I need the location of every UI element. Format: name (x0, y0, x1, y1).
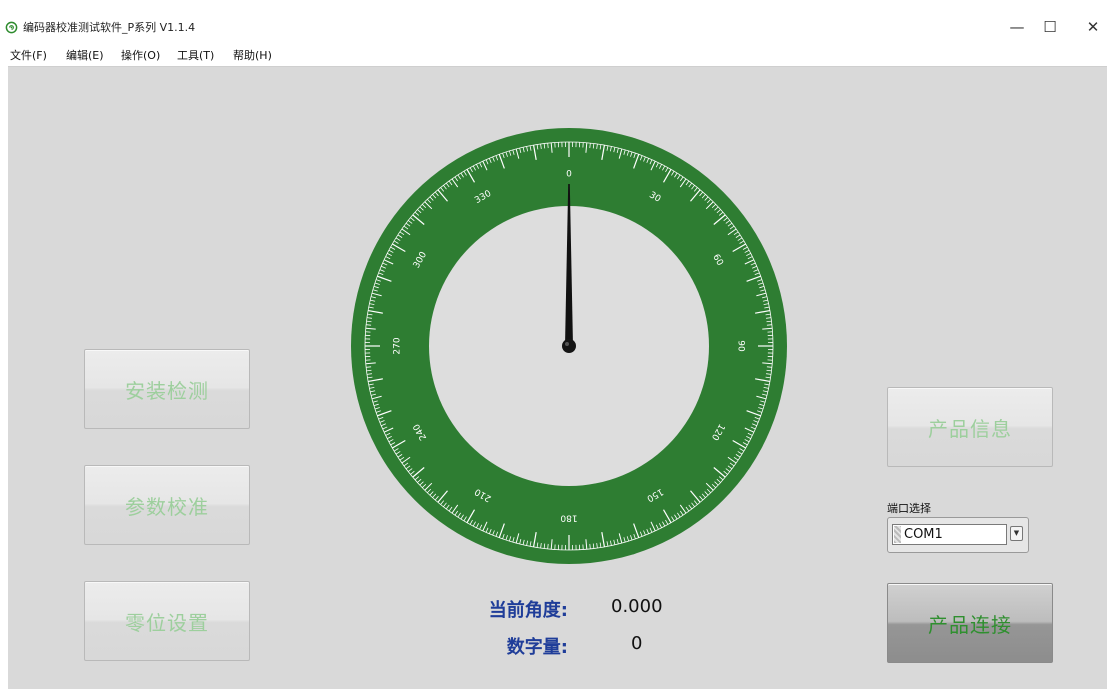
dial-tick (589, 143, 591, 149)
current-angle-label: 当前角度: (488, 600, 568, 621)
dropdown-arrow-icon[interactable]: ▼ (1010, 526, 1023, 541)
dial-tick (547, 143, 549, 149)
product-connect-button[interactable]: 产品连接 (887, 583, 1053, 663)
current-angle-value: 0.000 (611, 596, 663, 617)
product-info-button[interactable]: 产品信息 (887, 387, 1053, 467)
dial-tick (547, 543, 549, 549)
port-select-value: COM1 (904, 527, 943, 542)
dial-tick (366, 324, 372, 326)
dial-tick (589, 543, 591, 549)
port-select-field[interactable]: COM1 (892, 524, 1007, 545)
zero-setting-button[interactable]: 零位设置 (84, 581, 250, 661)
dial-tick (366, 366, 372, 368)
dial-label: 180 (560, 513, 577, 523)
dial-needle-hub (562, 339, 576, 353)
dial-label: 270 (393, 337, 403, 354)
dial-label: 0 (566, 170, 572, 180)
dial-label: 90 (736, 340, 746, 352)
param-calibrate-button[interactable]: 参数校准 (84, 465, 250, 545)
dial-tick (766, 324, 772, 326)
dial-tick (766, 366, 772, 368)
install-check-button[interactable]: 安装检测 (84, 349, 250, 429)
digital-count-value: 0 (631, 633, 643, 654)
port-select-label: 端口选择 (887, 502, 931, 515)
port-select[interactable]: COM1 ▼ (887, 517, 1029, 553)
digital-count-label: 数字量: (506, 637, 568, 658)
port-grip-icon (894, 526, 901, 543)
dial-hub-highlight (565, 342, 569, 346)
